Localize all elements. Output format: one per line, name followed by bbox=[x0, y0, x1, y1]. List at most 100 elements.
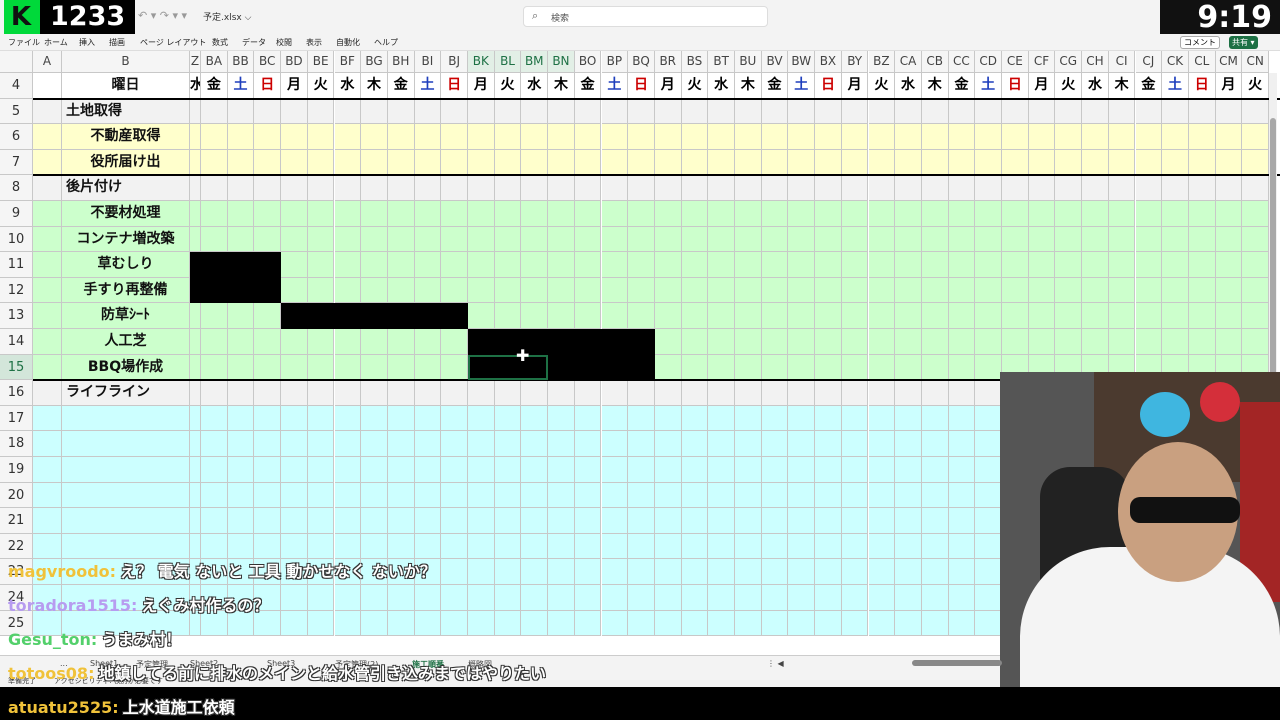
grid-cell[interactable] bbox=[708, 98, 735, 125]
grid-cell[interactable] bbox=[548, 226, 575, 253]
grid-cell[interactable] bbox=[895, 252, 922, 278]
grid-cell[interactable] bbox=[708, 354, 735, 381]
grid-cell[interactable] bbox=[921, 457, 949, 483]
weekday-cell[interactable]: 月 bbox=[654, 73, 682, 99]
grid-cell[interactable] bbox=[574, 405, 602, 432]
grid-cell[interactable] bbox=[441, 380, 468, 406]
row-header[interactable]: 10 bbox=[0, 226, 33, 253]
grid-cell[interactable] bbox=[307, 124, 335, 150]
grid-cell[interactable] bbox=[761, 252, 789, 278]
grid-cell[interactable] bbox=[414, 533, 442, 560]
grid-cell[interactable] bbox=[601, 559, 629, 585]
grid-cell[interactable] bbox=[494, 559, 522, 585]
row-header[interactable]: 16 bbox=[0, 380, 33, 406]
grid-cell[interactable] bbox=[601, 201, 629, 227]
task-name-cell[interactable] bbox=[62, 405, 190, 432]
task-name-cell[interactable] bbox=[62, 457, 190, 483]
grid-cell[interactable] bbox=[948, 559, 976, 585]
grid-cell[interactable] bbox=[948, 457, 976, 483]
grid-cell[interactable] bbox=[468, 431, 495, 457]
grid-cell[interactable] bbox=[895, 482, 922, 509]
row-header[interactable]: 11 bbox=[0, 252, 33, 278]
row-header[interactable]: 14 bbox=[0, 329, 33, 355]
row-header[interactable]: 9 bbox=[0, 201, 33, 227]
grid-cell[interactable] bbox=[414, 457, 442, 483]
grid-cell[interactable] bbox=[735, 457, 762, 483]
grid-cell[interactable] bbox=[521, 303, 549, 329]
column-header[interactable]: B bbox=[62, 51, 190, 73]
grid-cell[interactable] bbox=[548, 149, 575, 176]
grid-cell[interactable] bbox=[334, 354, 362, 381]
ribbon-tab-insert[interactable]: 挿入 bbox=[79, 37, 95, 48]
grid-cell[interactable] bbox=[494, 431, 522, 457]
grid-cell[interactable]: 水 bbox=[190, 73, 201, 99]
grid-cell[interactable] bbox=[361, 277, 388, 304]
grid-cell[interactable] bbox=[628, 98, 655, 125]
grid-cell[interactable] bbox=[815, 354, 842, 381]
weekday-cell[interactable]: 火 bbox=[307, 73, 335, 99]
grid-cell[interactable] bbox=[841, 303, 869, 329]
grid-cell[interactable] bbox=[921, 431, 949, 457]
grid-cell[interactable] bbox=[654, 201, 682, 227]
grid-cell[interactable] bbox=[921, 405, 949, 432]
grid-cell[interactable] bbox=[548, 277, 575, 304]
grid-cell[interactable] bbox=[227, 124, 255, 150]
grid-cell[interactable] bbox=[414, 482, 442, 509]
grid-cell[interactable] bbox=[975, 149, 1002, 176]
grid-cell[interactable] bbox=[895, 559, 922, 585]
grid-cell[interactable] bbox=[654, 252, 682, 278]
grid-cell[interactable] bbox=[494, 175, 522, 201]
grid-cell[interactable] bbox=[468, 303, 495, 329]
task-name-cell[interactable]: 手すり再整備 bbox=[62, 277, 190, 304]
grid-cell[interactable] bbox=[868, 329, 896, 355]
grid-cell[interactable] bbox=[601, 175, 629, 201]
grid-cell[interactable] bbox=[414, 508, 442, 534]
grid-cell[interactable] bbox=[628, 585, 655, 611]
grid-cell[interactable] bbox=[921, 508, 949, 534]
grid-cell[interactable] bbox=[601, 457, 629, 483]
grid-cell[interactable] bbox=[548, 124, 575, 150]
grid-cell[interactable] bbox=[868, 175, 896, 201]
grid-cell[interactable] bbox=[468, 508, 495, 534]
grid-cell[interactable] bbox=[975, 329, 1002, 355]
grid-cell[interactable] bbox=[468, 457, 495, 483]
grid-cell[interactable] bbox=[1055, 201, 1083, 227]
grid-cell[interactable] bbox=[494, 201, 522, 227]
task-name-cell[interactable] bbox=[62, 482, 190, 509]
grid-cell[interactable] bbox=[281, 610, 308, 637]
grid-cell[interactable] bbox=[521, 252, 549, 278]
schedule-bar[interactable] bbox=[190, 277, 282, 304]
grid-cell[interactable] bbox=[761, 201, 789, 227]
grid-cell[interactable] bbox=[441, 533, 468, 560]
grid-cell[interactable] bbox=[788, 252, 816, 278]
grid-cell[interactable] bbox=[281, 201, 308, 227]
grid-cell[interactable] bbox=[468, 610, 495, 637]
grid-cell[interactable] bbox=[948, 508, 976, 534]
grid-cell[interactable] bbox=[227, 431, 255, 457]
grid-cell[interactable] bbox=[1082, 98, 1109, 125]
grid-cell[interactable] bbox=[441, 431, 468, 457]
grid-cell[interactable] bbox=[441, 329, 468, 355]
grid-cell[interactable] bbox=[708, 457, 735, 483]
column-header[interactable]: CE bbox=[1002, 51, 1029, 73]
grid-cell[interactable] bbox=[334, 610, 362, 637]
grid-cell[interactable] bbox=[628, 431, 655, 457]
grid-cell[interactable] bbox=[281, 405, 308, 432]
grid-cell[interactable] bbox=[361, 149, 388, 176]
grid-cell[interactable] bbox=[1215, 329, 1243, 355]
grid-cell[interactable] bbox=[681, 610, 709, 637]
grid-cell[interactable] bbox=[521, 380, 549, 406]
grid-cell[interactable] bbox=[1082, 175, 1109, 201]
grid-cell[interactable] bbox=[414, 175, 442, 201]
weekday-cell[interactable]: 金 bbox=[761, 73, 789, 99]
grid-cell[interactable] bbox=[654, 124, 682, 150]
grid-cell[interactable] bbox=[921, 277, 949, 304]
grid-cell[interactable] bbox=[574, 482, 602, 509]
grid-cell[interactable] bbox=[33, 277, 62, 304]
grid-cell[interactable] bbox=[307, 226, 335, 253]
grid-cell[interactable] bbox=[494, 405, 522, 432]
row-header[interactable]: 4 bbox=[0, 73, 33, 99]
grid-cell[interactable] bbox=[815, 98, 842, 125]
grid-cell[interactable] bbox=[815, 533, 842, 560]
comment-button[interactable]: コメント bbox=[1180, 36, 1220, 49]
